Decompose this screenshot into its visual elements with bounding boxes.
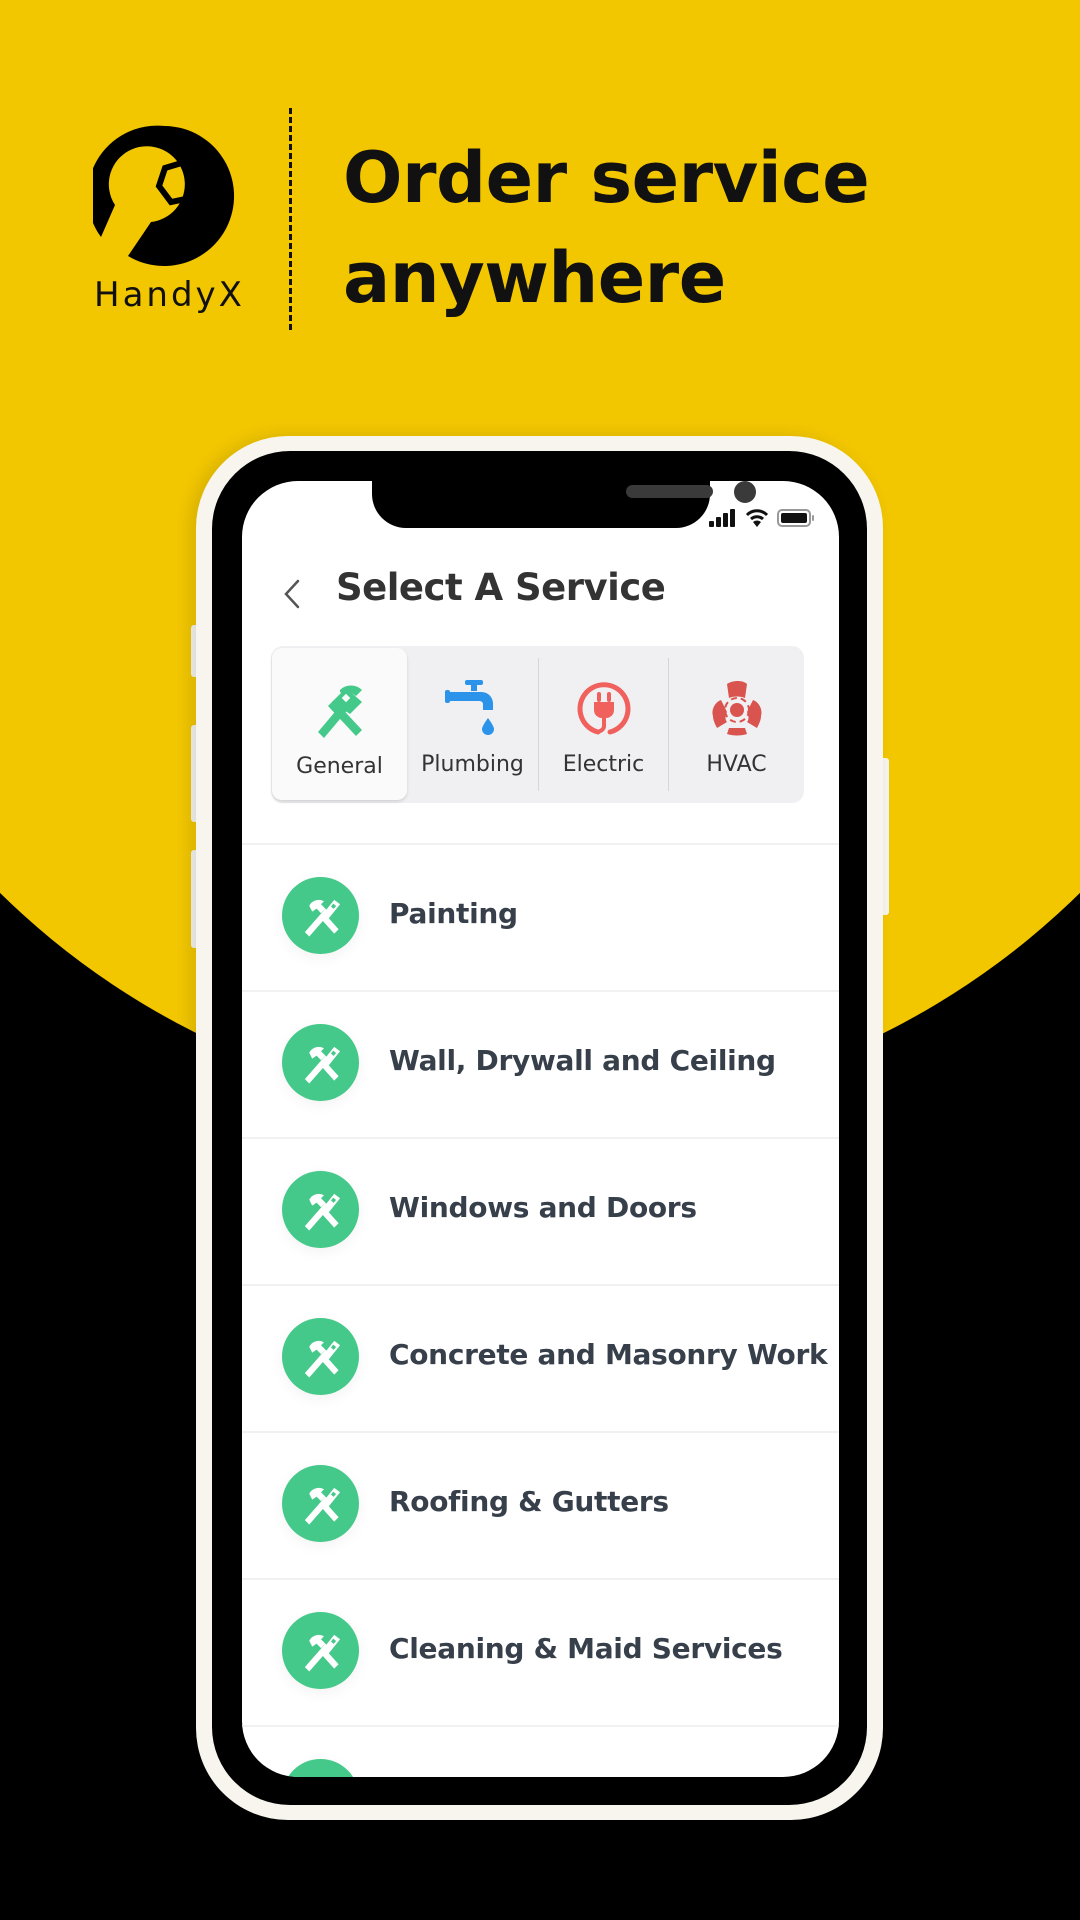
- service-icon-badge: [282, 1318, 359, 1395]
- service-list-item[interactable]: Windows and Doors: [242, 1137, 839, 1284]
- hammer-saw-icon: [304, 899, 340, 937]
- service-list-item[interactable]: [242, 1725, 839, 1777]
- phone-screen: Select A Service General Plumbing Electr…: [242, 481, 839, 1777]
- hammer-saw-icon: [304, 1046, 340, 1084]
- tab-hvac[interactable]: HVAC: [669, 646, 804, 803]
- battery-icon: [777, 509, 814, 527]
- headline: Order service anywhere: [343, 128, 870, 328]
- service-icon-badge: [282, 1465, 359, 1542]
- divider: [289, 108, 292, 330]
- wifi-icon: [745, 509, 769, 527]
- notch: [372, 481, 756, 528]
- service-name: Windows and Doors: [389, 1191, 697, 1224]
- service-name: Concrete and Masonry Work: [389, 1338, 828, 1371]
- headline-line-1: Order service: [343, 137, 870, 219]
- page-title: Select A Service: [336, 566, 666, 609]
- service-list-item[interactable]: Roofing & Gutters: [242, 1431, 839, 1578]
- service-list-item[interactable]: Cleaning & Maid Services: [242, 1578, 839, 1725]
- hammer-saw-icon: [317, 685, 362, 738]
- hammer-saw-icon: [304, 1193, 340, 1231]
- signal-icon: [709, 509, 735, 527]
- tab-general[interactable]: General: [272, 648, 407, 800]
- hammer-saw-icon: [304, 1634, 340, 1672]
- camera: [734, 481, 756, 503]
- hammer-saw-icon: [304, 1487, 340, 1525]
- fan-icon: [711, 681, 762, 736]
- tab-plumbing[interactable]: Plumbing: [407, 646, 538, 803]
- headline-line-2: anywhere: [343, 237, 726, 319]
- service-icon-badge: [282, 1171, 359, 1248]
- status-bar: [709, 509, 815, 527]
- category-tabs: General Plumbing Electric HVAC: [271, 646, 804, 803]
- service-name: Cleaning & Maid Services: [389, 1632, 783, 1665]
- service-icon-badge: [282, 1024, 359, 1101]
- chevron-left-icon[interactable]: [280, 577, 304, 611]
- header: Select A Service: [242, 561, 839, 621]
- service-icon-badge: [282, 877, 359, 954]
- service-icon-badge: [282, 1759, 359, 1777]
- service-icon-badge: [282, 1612, 359, 1689]
- service-list-item[interactable]: Concrete and Masonry Work: [242, 1284, 839, 1431]
- faucet-icon: [444, 680, 494, 735]
- tab-label: Plumbing: [421, 752, 524, 777]
- tab-electric[interactable]: Electric: [539, 646, 668, 803]
- service-list-item[interactable]: Painting: [242, 843, 839, 990]
- hammer-saw-icon: [304, 1340, 340, 1378]
- tab-label: Electric: [562, 752, 645, 777]
- service-name: Roofing & Gutters: [389, 1485, 669, 1518]
- service-list: Painting Wall, Drywall and Ceiling Windo…: [242, 843, 839, 1777]
- service-name: Painting: [389, 897, 518, 930]
- service-list-item[interactable]: Wall, Drywall and Ceiling: [242, 990, 839, 1137]
- service-name: Wall, Drywall and Ceiling: [389, 1044, 776, 1077]
- hammer-saw-icon: [299, 1776, 343, 1778]
- speaker: [626, 485, 713, 498]
- tab-label: HVAC: [706, 752, 767, 777]
- plug-icon: [577, 682, 630, 735]
- brand-name: HandyX: [94, 275, 245, 315]
- tab-label: General: [296, 754, 383, 779]
- wrench-logo-icon: [93, 125, 235, 266]
